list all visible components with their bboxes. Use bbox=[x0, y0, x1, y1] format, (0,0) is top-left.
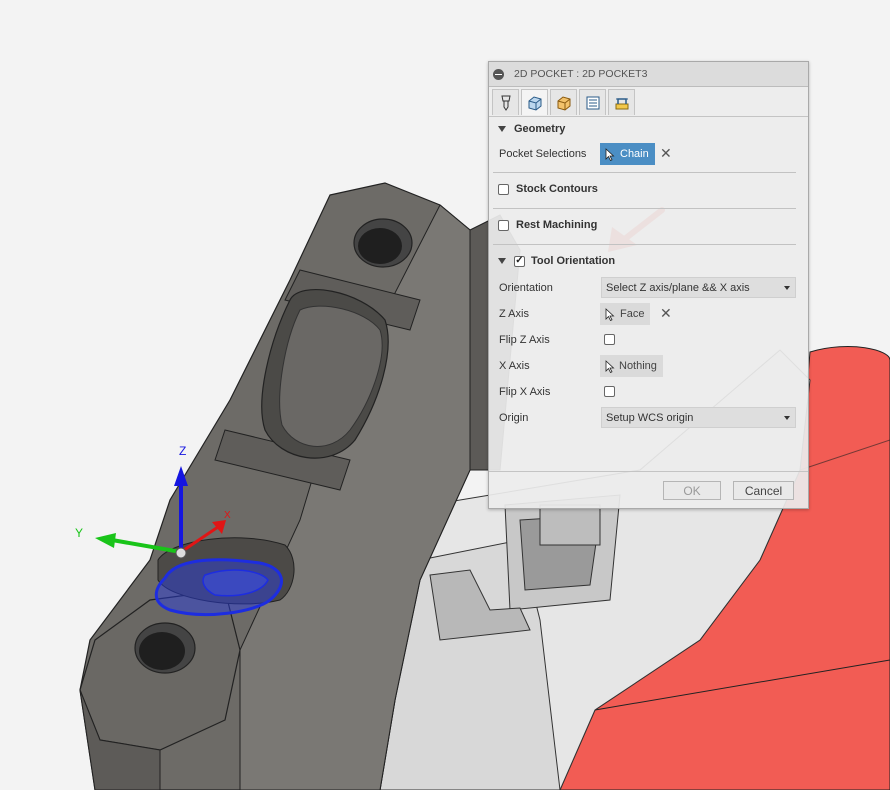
pocket-selections-label: Pocket Selections bbox=[499, 148, 587, 160]
z-axis-select-button[interactable]: Face bbox=[600, 303, 651, 325]
divider bbox=[493, 208, 796, 209]
expand-triangle-icon bbox=[498, 258, 506, 264]
origin-label: Origin bbox=[499, 412, 529, 424]
dialog-title: 2D POCKET : 2D POCKET3 bbox=[514, 68, 648, 80]
dialog-titlebar[interactable]: 2D POCKET : 2D POCKET3 bbox=[489, 62, 808, 87]
linking-icon bbox=[615, 97, 628, 109]
dropdown-arrow-icon bbox=[784, 416, 790, 420]
ok-button[interactable]: OK bbox=[663, 481, 721, 500]
dropdown-arrow-icon bbox=[784, 286, 790, 290]
z-axis-button-label: Face bbox=[620, 308, 645, 320]
clear-chain-icon[interactable]: ✕ bbox=[660, 145, 672, 162]
z-axis-label: Z bbox=[179, 444, 187, 458]
tool-orientation-label: Tool Orientation bbox=[531, 255, 616, 267]
geometry-icon bbox=[528, 95, 541, 111]
tab-tool[interactable] bbox=[492, 89, 519, 115]
geometry-header-label: Geometry bbox=[514, 123, 566, 135]
clear-z-axis-icon[interactable]: ✕ bbox=[660, 305, 672, 322]
pocket-dialog: 2D POCKET : 2D POCKET3 Geometry Pocket S… bbox=[488, 61, 809, 509]
passes-icon bbox=[586, 96, 599, 109]
rest-machining-row[interactable]: Rest Machining bbox=[498, 219, 597, 231]
x-axis-select-button[interactable]: Nothing bbox=[600, 355, 663, 377]
y-axis-label: Y bbox=[75, 526, 84, 540]
cursor-icon bbox=[605, 359, 615, 373]
origin-value: Setup WCS origin bbox=[606, 411, 694, 424]
chain-button-label: Chain bbox=[620, 148, 649, 160]
rest-machining-label: Rest Machining bbox=[516, 219, 598, 231]
divider bbox=[493, 172, 796, 173]
tab-heights[interactable] bbox=[550, 89, 577, 115]
cancel-button[interactable]: Cancel bbox=[733, 481, 794, 500]
x-axis-field-label: X Axis bbox=[499, 360, 530, 372]
chain-select-button[interactable]: Chain bbox=[600, 143, 655, 165]
tool-orientation-checkbox[interactable]: ✓ bbox=[514, 255, 525, 267]
tab-passes[interactable] bbox=[579, 89, 606, 115]
dialog-tabs bbox=[489, 89, 808, 117]
x-axis-button-label: Nothing bbox=[619, 360, 657, 372]
origin-dropdown[interactable]: Setup WCS origin bbox=[601, 407, 796, 428]
tool-icon bbox=[500, 95, 511, 111]
divider bbox=[493, 244, 796, 245]
heights-icon bbox=[557, 95, 570, 111]
tab-geometry[interactable] bbox=[521, 89, 548, 115]
flip-x-axis-label: Flip X Axis bbox=[499, 386, 551, 398]
stock-contours-label: Stock Contours bbox=[516, 183, 598, 195]
cursor-icon bbox=[605, 147, 615, 161]
x-axis-label: X bbox=[224, 510, 231, 521]
flip-x-axis-checkbox[interactable] bbox=[604, 386, 615, 397]
orientation-dropdown[interactable]: Select Z axis/plane && X axis bbox=[601, 277, 796, 298]
orientation-label: Orientation bbox=[499, 282, 553, 294]
flip-z-axis-checkbox[interactable] bbox=[604, 334, 615, 345]
tab-linking[interactable] bbox=[608, 89, 635, 115]
triad-origin bbox=[175, 547, 187, 559]
cursor-icon bbox=[605, 307, 615, 321]
flip-z-axis-label: Flip Z Axis bbox=[499, 334, 550, 346]
tool-orientation-row[interactable]: ✓ Tool Orientation bbox=[498, 255, 615, 267]
geometry-section-header[interactable]: Geometry bbox=[498, 123, 565, 135]
rest-machining-checkbox[interactable] bbox=[498, 219, 509, 231]
stock-contours-row[interactable]: Stock Contours bbox=[498, 183, 598, 195]
stock-contours-checkbox[interactable] bbox=[498, 183, 509, 195]
orientation-value: Select Z axis/plane && X axis bbox=[606, 281, 750, 294]
collapse-icon[interactable] bbox=[493, 68, 504, 80]
dialog-footer: OK Cancel bbox=[489, 471, 808, 508]
z-axis-field-label: Z Axis bbox=[499, 308, 529, 320]
expand-triangle-icon bbox=[498, 126, 506, 132]
